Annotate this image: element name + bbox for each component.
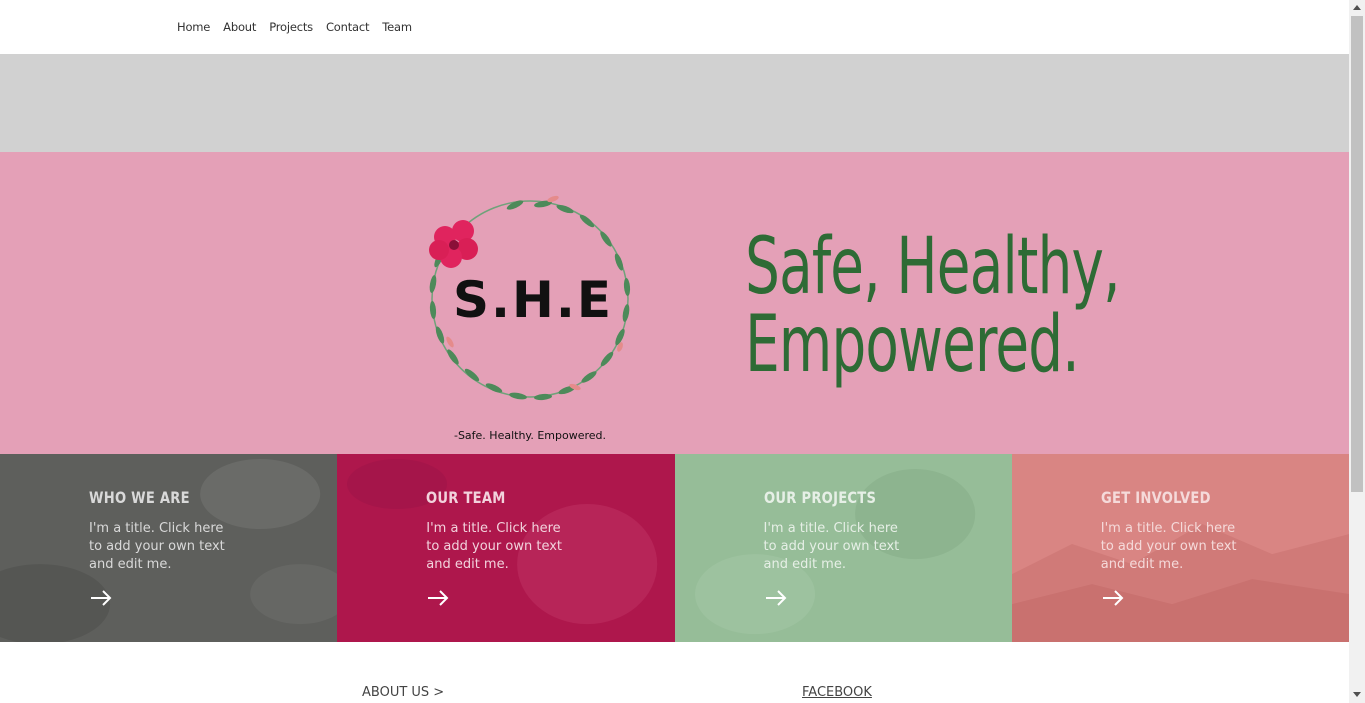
tile-our-team[interactable]: OUR TEAM I'm a title. Click here to add … <box>337 454 675 642</box>
hero-tagline: Safe, Healthy, Empowered. <box>700 222 1120 390</box>
tile-get-involved[interactable]: GET INVOLVED I'm a title. Click here to … <box>1011 454 1349 642</box>
nav-contact[interactable]: Contact <box>326 20 370 34</box>
tile-title: OUR PROJECTS <box>763 488 876 507</box>
tagline-line1: Safe, Healthy, <box>745 222 1120 312</box>
footer-facebook-link[interactable]: FACEBOOK <box>802 685 872 700</box>
nav-about[interactable]: About <box>223 20 256 34</box>
scroll-down-arrow-icon[interactable] <box>1353 692 1361 697</box>
scroll-up-arrow-icon[interactable] <box>1353 5 1361 10</box>
nav-projects[interactable]: Projects <box>269 20 313 34</box>
feature-tiles: WHO WE ARE I'm a title. Click here to ad… <box>0 454 1349 642</box>
hero-section <box>0 152 1349 454</box>
scrollbar-thumb[interactable] <box>1351 16 1363 492</box>
tile-body: I'm a title. Click here to add your own … <box>426 521 563 572</box>
logo-caption: -Safe. Healthy. Empowered. <box>454 429 606 442</box>
grey-banner <box>0 54 1349 152</box>
nav-team[interactable]: Team <box>382 20 412 34</box>
arrow-right-icon[interactable] <box>1101 588 1125 608</box>
arrow-right-icon[interactable] <box>764 588 788 608</box>
tile-body: I'm a title. Click here to add your own … <box>763 521 900 572</box>
tile-title: GET INVOLVED <box>1100 488 1211 507</box>
tile-our-projects[interactable]: OUR PROJECTS I'm a title. Click here to … <box>674 454 1012 642</box>
site-header: Home About Projects Contact Team <box>0 0 1349 54</box>
logo-text: S.H.E <box>453 271 613 329</box>
main-nav: Home About Projects Contact Team <box>177 20 425 34</box>
tile-body: I'm a title. Click here to add your own … <box>1100 521 1237 572</box>
tile-body: I'm a title. Click here to add your own … <box>89 521 225 572</box>
arrow-right-icon[interactable] <box>426 588 450 608</box>
tile-title: OUR TEAM <box>426 488 506 507</box>
tile-title: WHO WE ARE <box>89 488 190 507</box>
footer-about-link[interactable]: ABOUT US > <box>362 685 444 700</box>
arrow-right-icon[interactable] <box>89 588 113 608</box>
nav-home[interactable]: Home <box>177 20 210 34</box>
page-scrollbar[interactable] <box>1349 0 1365 703</box>
tile-who-we-are[interactable]: WHO WE ARE I'm a title. Click here to ad… <box>0 454 338 642</box>
she-logo: S.H.E -Safe. Healthy. Empowered. <box>429 195 631 442</box>
tagline-line2: Empowered. <box>745 300 1080 390</box>
